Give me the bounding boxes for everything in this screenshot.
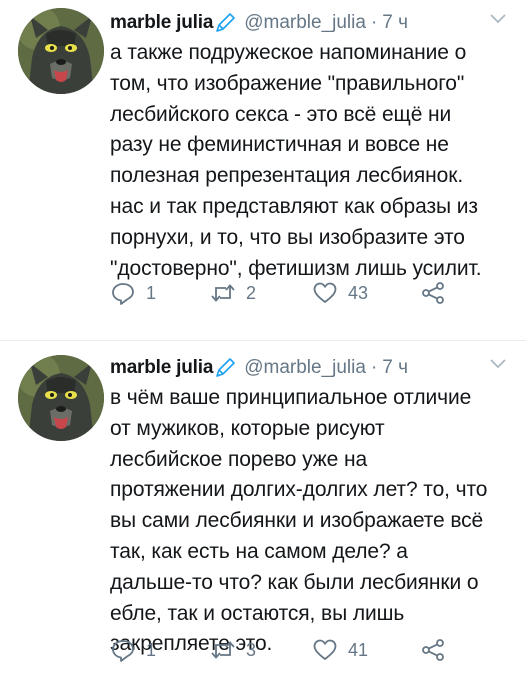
reply-count: 1 — [146, 639, 157, 660]
retweet-count: 3 — [246, 639, 257, 660]
tweet-header: marble julia @marble_julia · 7 ч — [110, 355, 512, 381]
share-button[interactable] — [420, 637, 450, 663]
reply-button[interactable]: 1 — [110, 280, 210, 306]
tweet-text: а также подружеское напоминание о том, ч… — [110, 41, 482, 280]
avatar[interactable] — [18, 355, 104, 441]
retweet-icon — [210, 280, 236, 306]
author-name[interactable]: marble julia — [110, 12, 213, 34]
avatar[interactable] — [18, 8, 104, 94]
like-count: 41 — [348, 639, 369, 660]
pencil-icon — [214, 357, 236, 379]
tweet-header: marble julia @marble_julia · 7 ч — [110, 10, 512, 36]
author-handle[interactable]: @marble_julia — [244, 357, 366, 379]
like-count: 43 — [348, 282, 369, 303]
reply-icon — [110, 637, 136, 663]
pencil-icon — [214, 12, 236, 34]
retweet-button[interactable]: 2 — [210, 280, 312, 306]
retweet-count: 2 — [246, 282, 257, 303]
retweet-button[interactable]: 3 — [210, 637, 312, 663]
author-name[interactable]: marble julia — [110, 357, 213, 379]
reply-icon — [110, 280, 136, 306]
heart-icon — [312, 280, 338, 306]
hyena-avatar-image — [18, 8, 104, 94]
chevron-down-icon[interactable] — [488, 12, 508, 26]
separator-dot: · — [370, 357, 378, 378]
author-handle[interactable]: @marble_julia — [244, 12, 366, 34]
share-icon — [420, 280, 446, 306]
heart-icon — [312, 637, 338, 663]
retweet-icon — [210, 637, 236, 663]
share-icon — [420, 637, 446, 663]
tweet-actions: 1 3 41 — [110, 637, 450, 663]
like-button[interactable]: 41 — [312, 637, 420, 663]
tweet[interactable]: marble julia @marble_julia · 7 ч в чём в… — [0, 340, 526, 680]
like-button[interactable]: 43 — [312, 280, 420, 306]
tweet[interactable]: marble julia @marble_julia · 7 ч а также… — [0, 0, 526, 340]
tweet-content: marble julia @marble_julia · 7 ч а также… — [110, 10, 512, 284]
tweet-text: в чём ваше принципиальное отличие от муж… — [110, 386, 488, 656]
tweet-actions: 1 2 43 — [110, 280, 450, 306]
chevron-down-icon[interactable] — [488, 357, 508, 371]
tweet-content: marble julia @marble_julia · 7 ч в чём в… — [110, 355, 512, 660]
reply-count: 1 — [146, 282, 157, 303]
separator-dot: · — [370, 12, 378, 33]
share-button[interactable] — [420, 280, 450, 306]
timestamp[interactable]: 7 ч — [382, 357, 408, 379]
hyena-avatar-image — [18, 355, 104, 441]
timestamp[interactable]: 7 ч — [382, 12, 408, 34]
reply-button[interactable]: 1 — [110, 637, 210, 663]
